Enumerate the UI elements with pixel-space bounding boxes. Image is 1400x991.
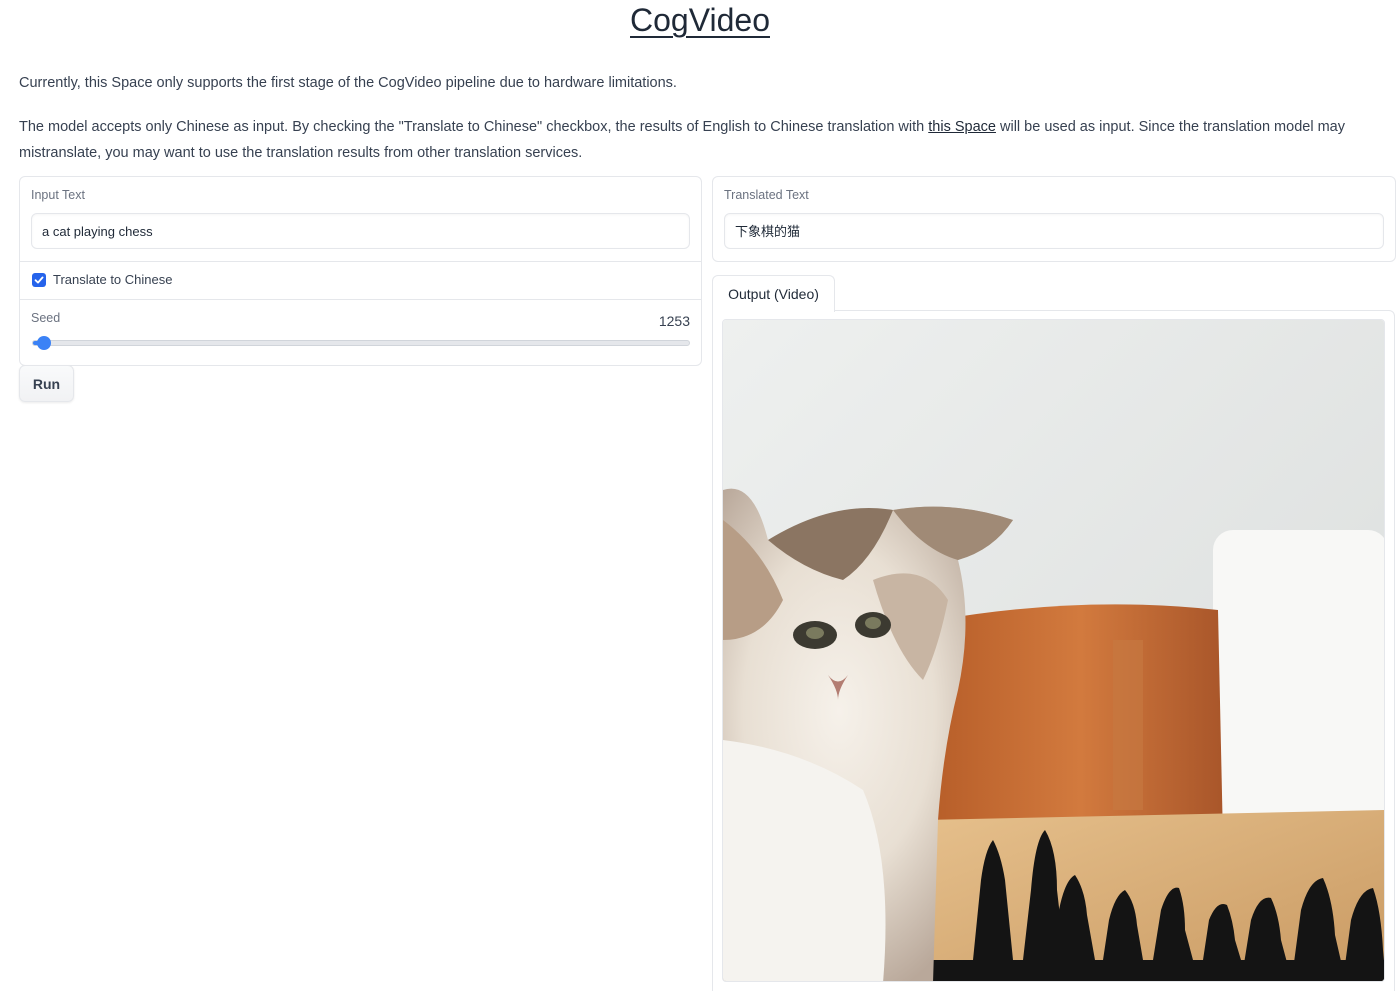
- run-button[interactable]: Run: [19, 365, 74, 402]
- description-line-2: The model accepts only Chinese as input.…: [19, 114, 1384, 166]
- description-line-1: Currently, this Space only supports the …: [19, 75, 677, 91]
- seed-slider-thumb[interactable]: [36, 336, 51, 350]
- translated-text-block: Translated Text 下象棋的猫: [712, 176, 1396, 262]
- tab-output-video[interactable]: Output (Video): [712, 275, 835, 312]
- checkmark-icon: [34, 276, 44, 284]
- translated-text-label: Translated Text: [724, 188, 809, 202]
- page: CogVideo Currently, this Space only supp…: [0, 0, 1400, 991]
- output-video[interactable]: [722, 319, 1385, 982]
- video-frame-image: [723, 320, 1384, 981]
- input-panel: Input Text a cat playing chess Translate…: [19, 176, 702, 366]
- title-link[interactable]: CogVideo: [630, 2, 770, 38]
- input-text-label: Input Text: [31, 188, 85, 202]
- seed-slider[interactable]: [32, 336, 690, 350]
- translate-block[interactable]: Translate to Chinese: [20, 262, 701, 300]
- seed-block: Seed 1253: [20, 300, 701, 365]
- input-text-field[interactable]: a cat playing chess: [31, 213, 690, 249]
- seed-label: Seed: [31, 311, 61, 325]
- this-space-link[interactable]: this Space: [928, 119, 996, 135]
- description-text-start: The model accepts only Chinese as input.…: [19, 119, 929, 135]
- seed-value[interactable]: 1253: [659, 313, 690, 329]
- page-title: CogVideo: [0, 2, 1400, 39]
- translated-text-field[interactable]: 下象棋的猫: [724, 213, 1384, 249]
- input-text-block: Input Text a cat playing chess: [20, 177, 701, 262]
- translate-label[interactable]: Translate to Chinese: [53, 272, 172, 287]
- translate-checkbox[interactable]: [32, 273, 46, 287]
